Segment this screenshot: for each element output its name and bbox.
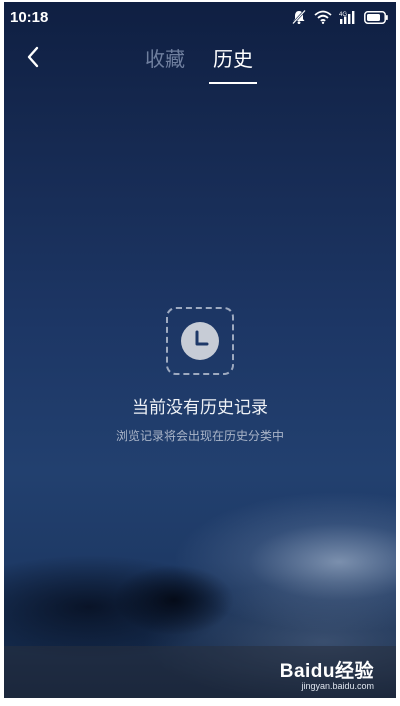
chevron-left-icon <box>26 46 40 72</box>
tab-favorites[interactable]: 收藏 <box>145 44 185 74</box>
watermark-logo: Baidu经验 <box>279 661 374 682</box>
status-bar: 10:18 4G <box>4 2 396 32</box>
empty-state-subtitle: 浏览记录将会出现在历史分类中 <box>115 429 284 443</box>
back-button[interactable] <box>20 44 46 74</box>
mute-bell-icon <box>291 9 307 25</box>
baidu-watermark: Baidu经验 jingyan.baidu.com <box>280 656 374 691</box>
top-nav: 收藏 历史 <box>4 32 396 88</box>
active-tab-indicator <box>209 82 257 84</box>
status-time: 10:18 <box>10 8 49 26</box>
wifi-icon <box>314 10 332 24</box>
tab-history[interactable]: 历史 <box>213 44 253 74</box>
empty-state-title: 当前没有历史记录 <box>132 398 268 418</box>
status-icons: 4G <box>291 9 388 25</box>
empty-history-icon-frame <box>166 307 234 375</box>
clock-icon <box>181 322 219 360</box>
signal-icon: 4G <box>339 10 357 24</box>
screen: 10:18 4G 收藏 历史 当前没有历史记录 浏览记录将会出现在历史分类中 B… <box>4 2 396 698</box>
battery-icon <box>364 10 388 24</box>
